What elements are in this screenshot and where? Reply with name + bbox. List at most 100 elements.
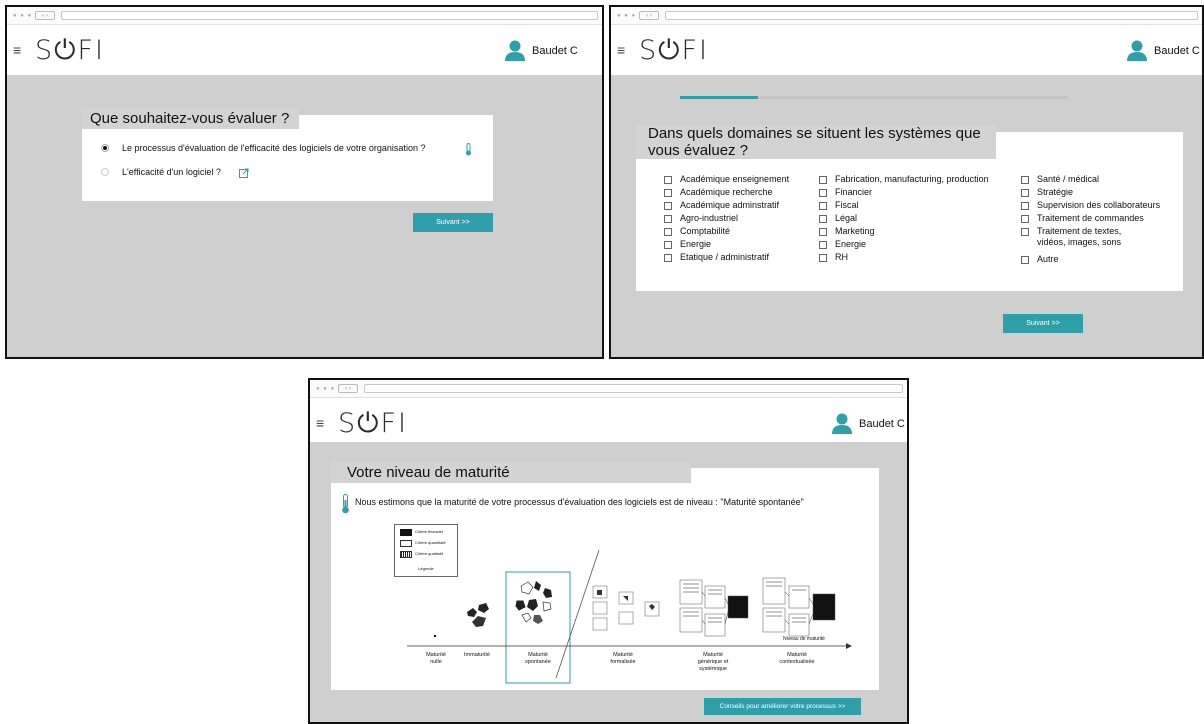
domain-label: Supervision des collaborateurs	[1037, 200, 1161, 210]
checkbox-legal[interactable]	[819, 215, 827, 223]
checkbox-agro-industriel[interactable]	[664, 215, 672, 223]
checkbox-fabrication[interactable]	[819, 176, 827, 184]
checkbox-etatique[interactable]	[664, 254, 672, 262]
spontaneous-shapes	[515, 581, 552, 624]
level-label-spontaneous: Maturité spontanée	[513, 652, 563, 666]
checkbox-sante[interactable]	[1021, 176, 1029, 184]
level-label-immaturity: Immaturité	[452, 652, 502, 659]
maturity-card: Votre niveau de maturité Nous estimons q…	[331, 462, 879, 690]
domains-card: Dans quels domaines se situent les systè…	[636, 125, 1183, 291]
window-controls-icon[interactable]: ● ● ●	[13, 13, 32, 19]
domain-label: Energie	[680, 239, 712, 249]
next-button[interactable]: Suivant >>	[1003, 314, 1083, 333]
radio-process-evaluation[interactable]	[101, 144, 109, 152]
checkbox-fiscal[interactable]	[819, 202, 827, 210]
checkbox-energie-2[interactable]	[819, 241, 827, 249]
domains-title-line1: Dans quels domaines se situent les systè…	[648, 125, 981, 142]
level-line: Maturité	[787, 652, 807, 658]
menu-icon[interactable]: ≡	[13, 42, 21, 58]
window-maturity-result: ● ● ● ‹ › ≡ S⏻FI Baudet C Votre niveau d…	[308, 378, 909, 724]
question-title: Que souhaitez-vous évaluer ?	[82, 108, 300, 129]
progress-track	[680, 96, 1068, 99]
domain-label: Financier	[835, 187, 873, 197]
menu-icon[interactable]: ≡	[617, 42, 625, 58]
domain-label: Etatique / administratif	[680, 252, 770, 262]
checkbox-supervision[interactable]	[1021, 202, 1029, 210]
dot-null-level	[434, 635, 436, 637]
thermometer-icon[interactable]	[465, 143, 472, 156]
address-bar[interactable]	[364, 384, 903, 393]
generic-systemic-shapes	[679, 579, 749, 637]
domain-label: Stratégie	[1037, 187, 1074, 197]
domain-label: Santé / médical	[1037, 174, 1100, 184]
checkbox-strategie[interactable]	[1021, 189, 1029, 197]
user-avatar-icon	[505, 40, 525, 61]
level-line: contextualisée	[779, 659, 815, 665]
user-menu[interactable]: Baudet C	[1126, 39, 1200, 63]
domain-label: Traitement de textes,	[1037, 226, 1122, 236]
checkbox-academique-recherche[interactable]	[664, 189, 672, 197]
external-link-icon[interactable]	[239, 168, 249, 178]
back-forward-icon[interactable]: ‹ ›	[338, 384, 358, 393]
checkbox-academique-enseignement[interactable]	[664, 176, 672, 184]
advice-button[interactable]: Conseils pour améliorer votre processus …	[704, 698, 861, 715]
axis-arrow-icon	[846, 643, 852, 649]
immaturity-shapes	[467, 603, 489, 627]
user-menu[interactable]: Baudet C	[831, 412, 905, 436]
checkbox-comptabilite[interactable]	[664, 228, 672, 236]
domain-label: Marketing	[835, 226, 875, 236]
checkbox-autre[interactable]	[1021, 256, 1029, 264]
domain-label: Académique recherche	[680, 187, 773, 197]
checkbox-marketing[interactable]	[819, 228, 827, 236]
user-name: Baudet C	[859, 418, 905, 430]
axis-label: Niveau de maturité	[783, 636, 825, 642]
level-line: formalisée	[610, 659, 636, 665]
sofi-logo: S⏻FI	[639, 35, 709, 66]
question-card: Que souhaitez-vous évaluer ? Le processu…	[82, 108, 493, 201]
level-line: spontanée	[525, 659, 551, 665]
level-line: systémique	[699, 666, 727, 672]
option-process-label: Le processus d'évaluation de l'efficacit…	[122, 143, 426, 153]
checkbox-traitement-commandes[interactable]	[1021, 215, 1029, 223]
domain-label-continuation: vidéos, images, sons	[1037, 237, 1122, 247]
user-avatar-icon	[1127, 40, 1147, 61]
user-menu[interactable]: Baudet C	[504, 39, 596, 63]
checkbox-financier[interactable]	[819, 189, 827, 197]
radio-software-efficiency[interactable]	[101, 168, 109, 176]
option-software-label: L'efficacité d'un logiciel ?	[122, 167, 221, 177]
next-button[interactable]: Suivant >>	[413, 213, 493, 232]
checkbox-rh[interactable]	[819, 254, 827, 262]
back-forward-icon[interactable]: ‹ ›	[639, 11, 659, 20]
window-controls-icon[interactable]: ● ● ●	[617, 13, 636, 19]
checkbox-energie[interactable]	[664, 241, 672, 249]
sofi-logo: S⏻FI	[338, 408, 408, 439]
checkbox-academique-administratif[interactable]	[664, 202, 672, 210]
user-name: Baudet C	[532, 45, 578, 57]
domain-label: Comptabilité	[680, 226, 731, 236]
level-label-generic: Maturité générique et systémique	[685, 652, 741, 673]
address-bar[interactable]	[665, 11, 1198, 20]
workspace: Que souhaitez-vous évaluer ? Le processu…	[7, 75, 602, 357]
domain-label: Agro-industriel	[680, 213, 739, 223]
workspace: Dans quels domaines se situent les systè…	[611, 75, 1202, 357]
level-line: Immaturité	[464, 652, 490, 658]
workspace: Votre niveau de maturité Nous estimons q…	[310, 442, 907, 722]
contextualized-shapes	[762, 577, 836, 637]
back-forward-icon[interactable]: ‹ ›	[35, 11, 55, 20]
window-controls-icon[interactable]: ● ● ●	[316, 386, 335, 392]
domain-label: Académique adminstratif	[680, 200, 780, 210]
domain-label: Energie	[835, 239, 867, 249]
menu-icon[interactable]: ≡	[316, 415, 324, 431]
domain-label: Fabrication, manufacturing, production	[835, 174, 989, 184]
level-label-formalized: Maturité formalisée	[598, 652, 648, 666]
checkbox-traitement-textes[interactable]	[1021, 228, 1029, 236]
domains-title-line2: vous évaluez ?	[648, 142, 749, 159]
app-header: ≡ S⏻FI Baudet C	[611, 25, 1202, 75]
level-label-contextualized: Maturité contextualisée	[767, 652, 827, 666]
browser-chrome: ● ● ● ‹ ›	[7, 7, 602, 25]
level-line: Maturité	[528, 652, 548, 658]
progress-fill	[680, 96, 758, 99]
domain-label: Légal	[835, 213, 858, 223]
address-bar[interactable]	[61, 11, 598, 20]
browser-chrome: ● ● ● ‹ ›	[310, 380, 907, 398]
